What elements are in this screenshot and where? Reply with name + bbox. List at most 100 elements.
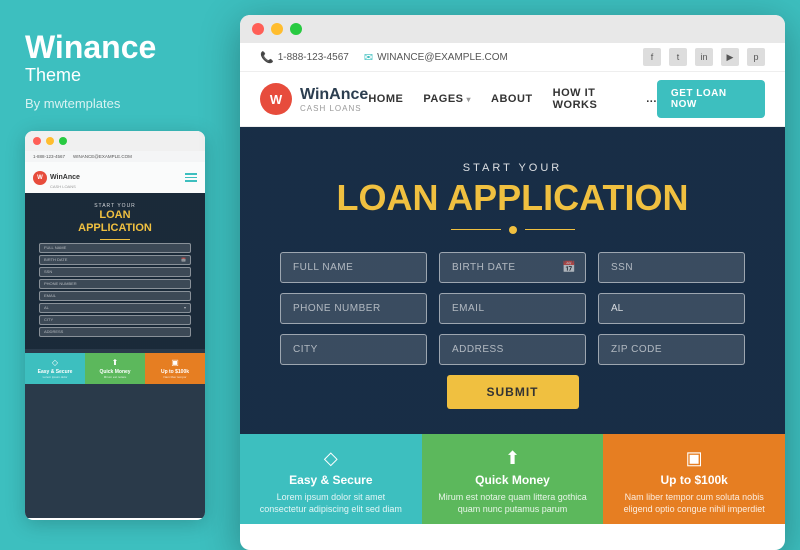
mini-phone: 1-888-123-4567 [33,154,65,159]
mini-browser-preview: 1-888-123-4567 WINANCE@EXAMPLE.COM W Win… [25,131,205,520]
submit-button[interactable]: SUBMIT [447,375,579,409]
navbar-menu: HOME PAGES ▾ ABOUT HOW IT WORKS ... [368,87,657,111]
quick-title: Quick Money [475,473,550,487]
easy-icon: ◇ [324,448,338,469]
brand-subtitle: Theme [25,65,205,86]
mini-logo-icon: W [33,171,47,185]
mini-dot-yellow [46,137,54,145]
site-navbar: W WinAnce CASH LOANS HOME PAGES ▾ ABOUT … [240,72,785,127]
nav-pages[interactable]: PAGES ▾ [423,93,471,105]
dot-yellow [271,23,283,35]
social-youtube[interactable]: ▶ [721,48,739,66]
mini-dot-green [59,137,67,145]
email-input[interactable] [439,293,586,324]
topbar-phone: 📞 1-888-123-4567 [260,51,349,64]
feature-cards: ◇ Easy & Secure Lorem ipsum dolor sit am… [240,434,785,524]
phone-input[interactable] [280,293,427,324]
form-field-fullname [280,252,427,283]
mini-input-phone: PHONE NUMBER [39,279,191,289]
feature-card-100k: ▣ Up to $100k Nam liber tempor cum solut… [603,434,785,524]
social-linkedin[interactable]: in [695,48,713,66]
mini-form-row-1: FULL NAME [33,243,197,253]
mini-email: WINANCE@EXAMPLE.COM [73,154,132,159]
form-field-city [280,334,427,365]
mini-card-100k: ▣ Up to $100k Nam liber tempor [145,353,205,384]
hero-divider [280,226,745,234]
mini-form-row-2: BIRTH DATE 📅 [33,255,197,265]
mini-card-100k-icon: ▣ [149,358,201,367]
zip-input[interactable] [598,334,745,365]
phone-icon: 📞 [260,51,274,64]
mini-form-row-5: EMAIL [33,291,197,301]
feature-card-easy: ◇ Easy & Secure Lorem ipsum dolor sit am… [240,434,422,524]
dot-red [252,23,264,35]
mini-input-fullname: FULL NAME [39,243,191,253]
quick-text: Mirum est notare quam littera gothica qu… [438,491,588,516]
form-row-3 [280,334,745,365]
mini-input-address: ADDRESS [39,327,191,337]
hero-section: START YOUR LOAN APPLICATION 📅 [240,127,785,434]
mini-card-quick-text: Mirum est notare [89,375,141,379]
mini-form-row-8: ADDRESS [33,327,197,337]
address-input[interactable] [439,334,586,365]
form-field-email [439,293,586,324]
logo-main-text: WinAnce [300,86,368,104]
social-pinterest[interactable]: p [747,48,765,66]
topbar-email: ✉ WINANCE@EXAMPLE.COM [364,51,508,64]
hero-title: LOAN APPLICATION [280,178,745,218]
brand-author: By mwtemplates [25,96,205,111]
submit-wrap: SUBMIT [280,375,745,409]
fullname-input[interactable] [280,252,427,283]
quick-icon: ⬆ [505,448,520,469]
form-row-1: 📅 [280,252,745,283]
dot-green [290,23,302,35]
mini-navbar: W WinAnce CASH LOANS [25,162,205,193]
calendar-icon: 📅 [562,261,576,274]
left-panel: Winance Theme By mwtemplates 1-888-123-4… [0,0,230,550]
mini-form-row-4: PHONE NUMBER [33,279,197,289]
nav-more[interactable]: ... [646,93,657,105]
mini-topbar: 1-888-123-4567 WINANCE@EXAMPLE.COM [25,151,205,162]
mini-logo: W WinAnce CASH LOANS [33,166,80,189]
state-select[interactable]: AL AK AZ [598,293,745,324]
mini-form-row-7: CITY [33,315,197,325]
form-field-phone [280,293,427,324]
topbar-email-address: WINANCE@EXAMPLE.COM [377,52,508,63]
nav-about[interactable]: ABOUT [491,93,533,105]
mini-card-quick: ⬆ Quick Money Mirum est notare [85,353,145,384]
easy-title: Easy & Secure [289,473,372,487]
mini-card-easy: ◇ Easy & Secure Lorem ipsum dolor [25,353,85,384]
mini-browser-content: 1-888-123-4567 WINANCE@EXAMPLE.COM W Win… [25,151,205,518]
mini-logo-main: WinAnce [50,174,80,181]
right-panel: 📞 1-888-123-4567 ✉ WINANCE@EXAMPLE.COM f… [230,0,800,550]
nav-how-it-works[interactable]: HOW IT WORKS [553,87,627,111]
form-field-address [439,334,586,365]
mini-input-birthdate: BIRTH DATE 📅 [39,255,191,265]
main-browser: 📞 1-888-123-4567 ✉ WINANCE@EXAMPLE.COM f… [240,15,785,550]
logo-icon: W [260,83,292,115]
city-input[interactable] [280,334,427,365]
mini-select-state: AL ▾ [39,303,191,313]
mini-hamburger-icon[interactable] [185,173,197,182]
100k-title: Up to $100k [661,473,728,487]
mini-input-city: CITY [39,315,191,325]
social-facebook[interactable]: f [643,48,661,66]
nav-home[interactable]: HOME [368,93,403,105]
feature-card-quick: ⬆ Quick Money Mirum est notare quam litt… [422,434,604,524]
hero-pretitle: START YOUR [280,162,745,174]
ssn-input[interactable] [598,252,745,283]
mini-hero: START YOUR LOANAPPLICATION FULL NAME BIR… [25,193,205,348]
hero-divider-dot [509,226,517,234]
form-field-zip [598,334,745,365]
mini-form-row-6: AL ▾ [33,303,197,313]
navbar-logo: W WinAnce CASH LOANS [260,83,368,115]
mini-card-easy-icon: ◇ [29,358,81,367]
logo-sub-text: CASH LOANS [300,104,368,113]
100k-text: Nam liber tempor cum soluta nobis eligen… [619,491,769,516]
social-twitter[interactable]: t [669,48,687,66]
form-field-birthdate: 📅 [439,252,586,283]
site-topbar: 📞 1-888-123-4567 ✉ WINANCE@EXAMPLE.COM f… [240,43,785,72]
get-loan-button[interactable]: GET LOAN NOW [657,80,765,118]
mini-feature-cards: ◇ Easy & Secure Lorem ipsum dolor ⬆ Quic… [25,353,205,384]
mini-dot-red [33,137,41,145]
